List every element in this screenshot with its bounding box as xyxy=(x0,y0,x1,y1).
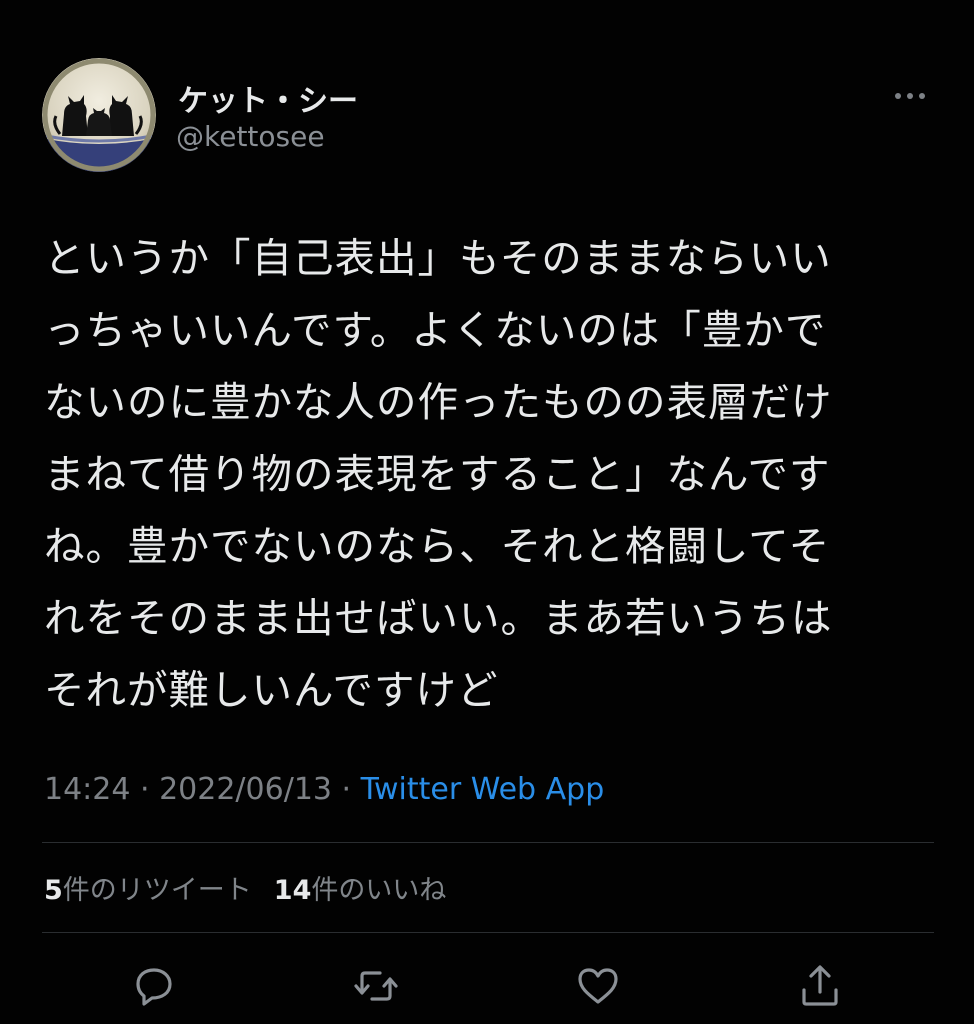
meta-separator: · xyxy=(130,772,160,807)
tweet-text-line: っちゃいいんです。よくないのは「豊かで xyxy=(44,306,827,354)
retweets-count: 5 xyxy=(44,875,63,906)
meta-separator: · xyxy=(332,772,361,807)
tweet-time[interactable]: 14:24 xyxy=(44,772,130,807)
share-icon[interactable] xyxy=(796,962,844,1010)
divider xyxy=(42,932,934,933)
tweet-text-line: それが難しいんですけど xyxy=(44,666,499,714)
tweet-metadata: 14:24 · 2022/06/13 · Twitter Web App xyxy=(44,772,604,807)
author-display-name[interactable]: ケット・シー xyxy=(178,76,358,120)
likes-label: 件のいいね xyxy=(311,875,447,906)
tweet-text-line: ね。豊かでないのなら、それと格闘してそ xyxy=(44,522,831,570)
avatar[interactable] xyxy=(42,58,156,172)
tweet-text-line: というか「自己表出」もそのままならいい xyxy=(44,234,832,282)
author-handle[interactable]: @kettosee xyxy=(176,120,325,153)
tweet-detail: ケット・シー @kettosee というか「自己表出」もそのままならいい っちゃ… xyxy=(0,0,974,1024)
retweet-icon[interactable] xyxy=(352,962,400,1010)
retweets-label: 件のリツイート xyxy=(62,875,252,906)
likes-count: 14 xyxy=(273,875,312,906)
likes-stat[interactable]: 14件のいいね xyxy=(274,875,447,906)
tweet-text-line: ないのに豊かな人の作ったものの表層だけ xyxy=(44,378,833,426)
tweet-text-line: れをそのまま出せばいい。まあ若いうちは xyxy=(44,594,833,642)
black-cats-avatar-icon xyxy=(42,58,156,172)
retweets-stat[interactable]: 5件のリツイート xyxy=(44,875,252,906)
tweet-text: というか「自己表出」もそのままならいい っちゃいいんです。よくないのは「豊かで … xyxy=(44,222,944,726)
divider xyxy=(42,842,934,843)
like-icon[interactable] xyxy=(574,962,622,1010)
tweet-date[interactable]: 2022/06/13 xyxy=(159,772,332,807)
more-options-icon[interactable] xyxy=(890,84,930,108)
engagement-stats: 5件のリツイート 14件のいいね xyxy=(44,868,446,907)
tweet-source-link[interactable]: Twitter Web App xyxy=(361,772,605,807)
reply-icon[interactable] xyxy=(130,962,178,1010)
tweet-text-line: まねて借り物の表現をすること」なんです xyxy=(44,450,831,498)
